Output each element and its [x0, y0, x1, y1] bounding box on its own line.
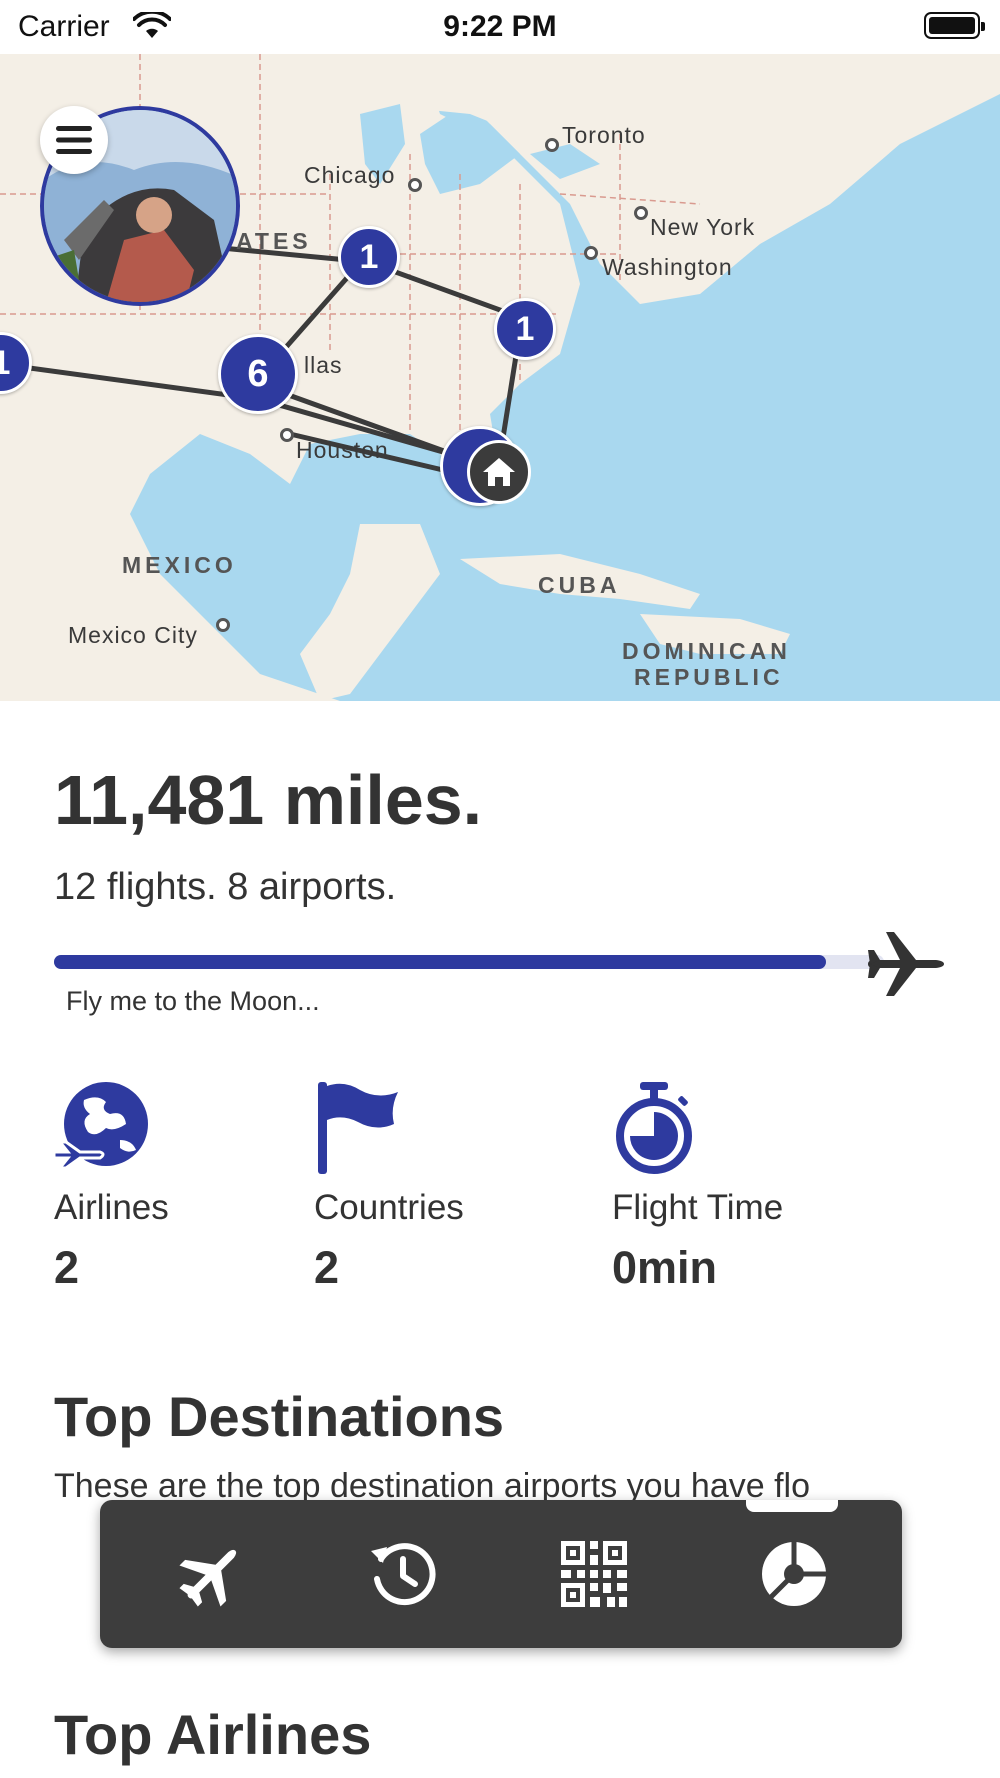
- map-label-toronto: Toronto: [562, 122, 646, 148]
- city-dot: [216, 618, 230, 632]
- pie-chart-icon: [762, 1542, 826, 1606]
- qr-code-icon: [561, 1541, 627, 1607]
- stat-label: Airlines: [54, 1188, 169, 1227]
- top-airlines-title: Top Airlines: [54, 1703, 372, 1766]
- map-label-mexico: MEXICO: [122, 552, 237, 578]
- map-label-states: ATES: [236, 228, 312, 254]
- flag-icon: [318, 1082, 398, 1174]
- tab-stats[interactable]: [754, 1534, 834, 1614]
- status-time: 9:22 PM: [443, 10, 557, 43]
- map-label-dallas: llas: [304, 352, 343, 378]
- stat-label: Countries: [314, 1188, 464, 1227]
- tab-flights[interactable]: [172, 1534, 252, 1614]
- battery-icon: [924, 12, 985, 39]
- tab-history[interactable]: [362, 1534, 442, 1614]
- total-miles: 11,481 miles.: [54, 761, 483, 839]
- city-dot: [545, 138, 559, 152]
- menu-button[interactable]: [40, 106, 108, 174]
- tab-bar: [100, 1500, 902, 1648]
- map-label-washington: Washington: [602, 254, 733, 280]
- map-label-mexico-city: Mexico City: [68, 622, 198, 648]
- stat-value: 2: [54, 1242, 80, 1293]
- selected-tab-indicator: [746, 1500, 838, 1512]
- map-cluster-marker[interactable]: 1: [494, 298, 556, 360]
- flight-map[interactable]: Toronto Chicago New York Washington ATES…: [0, 54, 1000, 701]
- stat-value: 2: [314, 1242, 340, 1293]
- stat-flight-time[interactable]: Flight Time 0min: [612, 1080, 862, 1294]
- map-cluster-marker[interactable]: 6: [218, 334, 298, 414]
- moon-progress-fill: [54, 955, 826, 969]
- map-label-chicago: Chicago: [304, 162, 396, 188]
- stat-value: 0min: [612, 1242, 718, 1293]
- progress-caption: Fly me to the Moon...: [66, 986, 320, 1016]
- map-label-houston: Houston: [296, 437, 389, 463]
- hamburger-icon: [56, 126, 92, 154]
- home-airport-marker[interactable]: [467, 440, 531, 504]
- top-destinations-title: Top Destinations: [54, 1385, 505, 1448]
- moon-progress-bar: [54, 955, 884, 969]
- tab-qr-code[interactable]: [554, 1534, 634, 1614]
- stat-label: Flight Time: [612, 1188, 784, 1227]
- history-icon: [371, 1543, 436, 1606]
- map-label-new-york: New York: [650, 214, 756, 240]
- city-dot: [408, 178, 422, 192]
- stat-countries[interactable]: Countries 2: [314, 1080, 564, 1294]
- city-dot: [280, 428, 294, 442]
- airplane-icon: [179, 1549, 237, 1607]
- home-icon: [483, 458, 515, 486]
- airplane-icon: [868, 932, 944, 996]
- flights-airports-summary: 12 flights. 8 airports.: [54, 866, 397, 908]
- stat-airlines[interactable]: Airlines 2: [52, 1080, 304, 1294]
- stopwatch-icon: [616, 1082, 692, 1174]
- map-cluster-marker[interactable]: 1: [338, 226, 400, 288]
- map-label-cuba: CUBA: [538, 572, 621, 598]
- status-bar: Carrier 9:22 PM: [0, 0, 1000, 54]
- city-dot: [584, 246, 598, 260]
- map-label-dominican: DOMINICAN: [622, 638, 791, 664]
- globe-plane-icon: [52, 1082, 148, 1170]
- city-dot: [634, 206, 648, 220]
- map-label-republic: REPUBLIC: [634, 664, 784, 690]
